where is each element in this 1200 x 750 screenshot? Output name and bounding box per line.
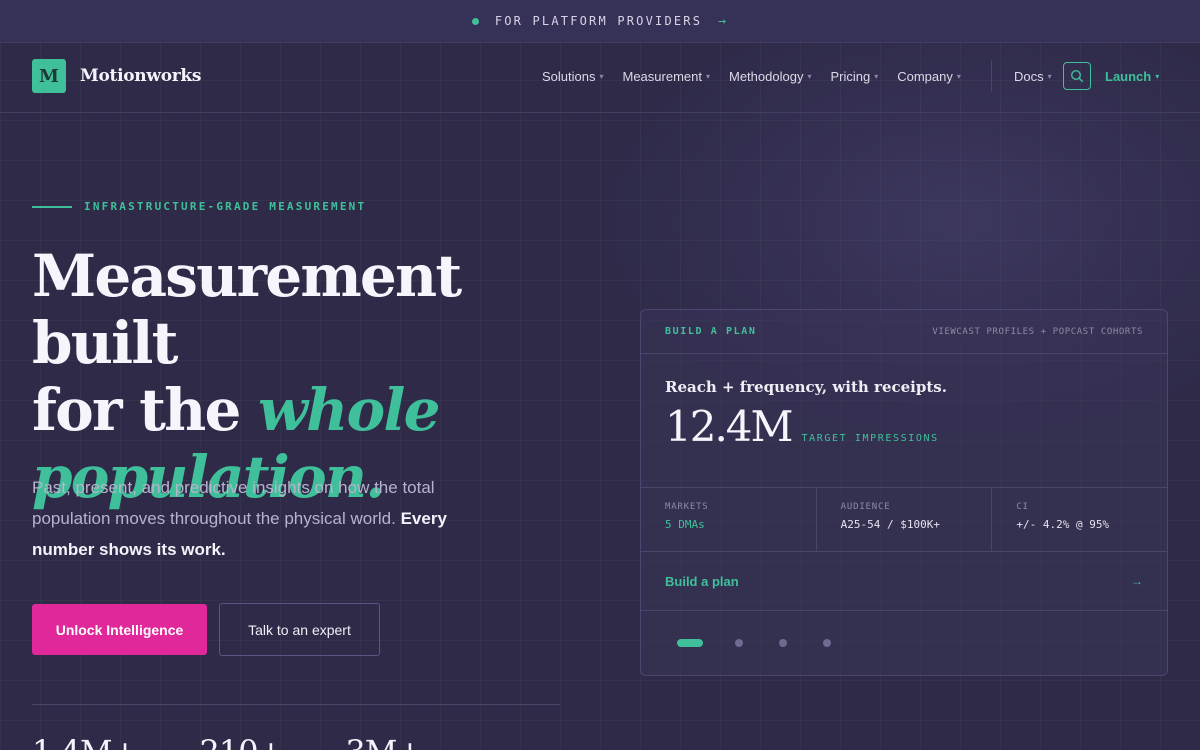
card-tagline: Reach + frequency, with receipts. [665, 378, 947, 396]
nav-item-pricing[interactable]: Pricing ▾ [830, 69, 878, 84]
launch-button[interactable]: Launch ▾ [1105, 69, 1159, 84]
announcement-text: FOR PLATFORM PROVIDERS [494, 14, 703, 28]
card-title: BUILD A PLAN [665, 326, 757, 337]
unlock-intelligence-button[interactable]: Unlock Intelligence [32, 604, 207, 655]
card-stat-markets: MARKETS 5 DMAs [641, 488, 817, 551]
stat-value: 3M+ [345, 733, 423, 750]
nav-menu: Solutions ▾ Measurement ▾ Methodology ▾ … [542, 69, 961, 84]
carousel-dots [641, 611, 1167, 675]
logo-mark[interactable]: M [32, 59, 66, 93]
card-metric-row: 12.4M TARGET IMPRESSIONS [665, 402, 1143, 451]
nav-item-methodology[interactable]: Methodology ▾ [729, 69, 811, 84]
carousel-dot-3[interactable] [779, 639, 787, 647]
search-button[interactable] [1063, 62, 1091, 90]
top-nav: M Motionworks Solutions ▾ Measurement ▾ … [0, 44, 1200, 113]
chevron-down-icon: ▾ [874, 72, 879, 81]
hero-subtext: Past, present, and predictive insights o… [32, 478, 447, 559]
hero-stats: 1.4M+ 210+ 3M+ [32, 733, 423, 750]
card-header: BUILD A PLAN VIEWCAST PROFILES + POPCAST… [641, 310, 1167, 354]
carousel-dot-2[interactable] [735, 639, 743, 647]
stat-value: 210+ [199, 733, 284, 750]
eyebrow-rule [32, 205, 72, 208]
build-plan-link[interactable]: Build a plan → [641, 552, 1167, 611]
nav-item-docs[interactable]: Docs ▾ [1014, 69, 1052, 84]
card-metric: 12.4M [665, 402, 794, 451]
nav-item-company[interactable]: Company ▾ [897, 69, 961, 84]
card-body: Reach + frequency, with receipts. 12.4M … [641, 354, 1167, 488]
logo-text[interactable]: Motionworks [80, 66, 201, 86]
chevron-down-icon: ▾ [705, 72, 710, 81]
talk-to-expert-button[interactable]: Talk to an expert [219, 603, 380, 656]
nav-divider [991, 60, 992, 92]
arrow-right-icon: → [1131, 574, 1143, 588]
card-stat-ci: CI +/- 4.2% @ 95% [1016, 502, 1110, 531]
arrow-right-icon: → [718, 13, 729, 29]
hero-eyebrow: INFRASTRUCTURE-GRADE MEASUREMENT [32, 200, 366, 213]
chevron-down-icon: ▾ [807, 72, 812, 81]
stat-value: 1.4M+ [32, 733, 138, 750]
chevron-down-icon: ▾ [599, 72, 604, 81]
card-stats: MARKETS 5 DMAs AUDIENCE A25-54 / $100K+ … [641, 488, 1167, 552]
chevron-down-icon: ▾ [956, 72, 961, 81]
announcement-bar[interactable]: FOR PLATFORM PROVIDERS → [0, 0, 1200, 43]
carousel-dot-4[interactable] [823, 639, 831, 647]
chevron-down-icon: ▾ [1047, 72, 1052, 81]
hero-headline: Measurement built for the whole populati… [32, 242, 462, 511]
carousel-dot-1[interactable] [677, 639, 703, 647]
search-icon [1070, 69, 1084, 83]
card-metric-label: TARGET IMPRESSIONS [801, 433, 939, 444]
nav-item-solutions[interactable]: Solutions ▾ [542, 69, 604, 84]
status-dot-icon [471, 17, 479, 25]
eyebrow-text: INFRASTRUCTURE-GRADE MEASUREMENT [84, 200, 367, 213]
card-stat-audience: AUDIENCE A25-54 / $100K+ [817, 488, 993, 551]
hero-divider [32, 704, 560, 705]
nav-item-measurement[interactable]: Measurement ▾ [623, 69, 711, 84]
chevron-down-icon: ▾ [1155, 72, 1160, 81]
build-plan-card: BUILD A PLAN VIEWCAST PROFILES + POPCAST… [640, 309, 1168, 676]
card-subtitle: VIEWCAST PROFILES + POPCAST COHORTS [932, 326, 1143, 337]
